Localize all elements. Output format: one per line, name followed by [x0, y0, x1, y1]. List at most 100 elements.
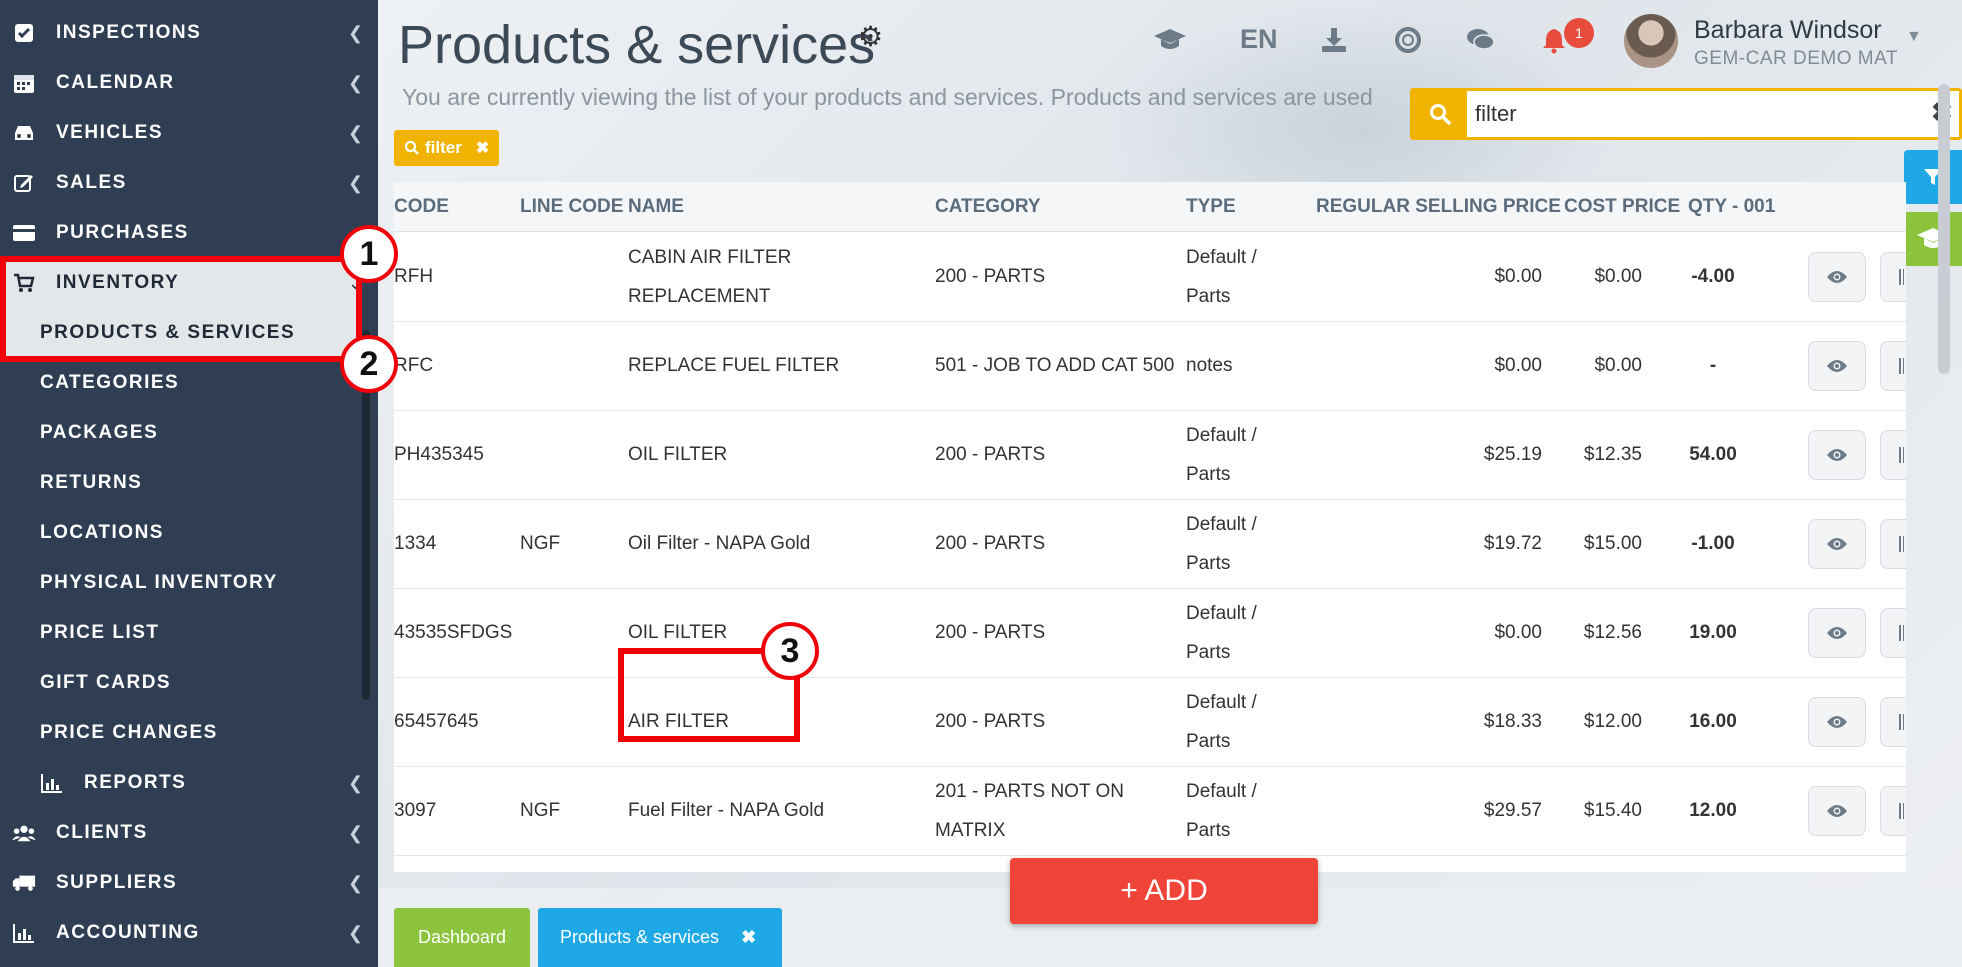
chevron-down-icon[interactable]: ▼ [1906, 28, 1922, 46]
view-button[interactable] [1808, 786, 1866, 836]
tab-dashboard[interactable]: Dashboard [394, 908, 530, 967]
nav-label: PURCHASES [56, 222, 189, 243]
barcode-button[interactable] [1880, 608, 1906, 658]
cell-cost-price: $15.00 [1583, 533, 1642, 554]
cell-cost-price: $12.00 [1583, 711, 1642, 732]
nav-purchases[interactable]: PURCHASES [0, 208, 378, 258]
subnav-physical-inventory[interactable]: PHYSICAL INVENTORY [0, 558, 378, 608]
table-row[interactable]: RFH CABIN AIR FILTER REPLACEMENT 200 - PART… [394, 233, 1906, 322]
column-header-type[interactable]: TYPE [1186, 196, 1236, 218]
tab-label: Products & services [560, 927, 720, 947]
cell-code: 3097 [394, 800, 437, 821]
cell-code: 43535SFDGS [394, 622, 513, 643]
subnav-returns[interactable]: RETURNS [0, 458, 378, 508]
column-header-code[interactable]: CODE [394, 196, 449, 218]
search-button[interactable] [1413, 91, 1467, 137]
column-header-regular-price[interactable]: REGULAR SELLING PRICE [1316, 196, 1561, 218]
nav-reports[interactable]: REPORTS ❮ [0, 758, 378, 808]
gear-icon[interactable]: ⚙ [858, 20, 883, 53]
table-row[interactable]: PH435345 OIL FILTER 200 - PARTS Default / Pa… [394, 411, 1906, 500]
search-input[interactable] [1475, 95, 1895, 133]
download-icon[interactable] [1316, 22, 1352, 58]
tab-products-services[interactable]: Products & services ✖ [538, 908, 782, 967]
annotation-highlight-inventory [0, 256, 362, 362]
cell-category: 200 - PARTS [935, 435, 1180, 474]
column-header-qty[interactable]: QTY - 001 [1688, 196, 1775, 218]
nav-vehicles[interactable]: VEHICLES ❮ [0, 108, 378, 158]
cell-regular-price: $0.00 [1494, 266, 1542, 287]
cell-code: RFC [394, 355, 434, 376]
subnav-gift-cards[interactable]: GIFT CARDS [0, 658, 378, 708]
table-row[interactable]: 3097 NGF Fuel Filter - NAPA Gold 201 - PART… [394, 767, 1906, 856]
subnav-price-list[interactable]: PRICE LIST [0, 608, 378, 658]
language-selector[interactable]: EN [1240, 24, 1278, 55]
cell-line-code: NGF [520, 533, 561, 554]
cell-type-line: Default / [1186, 514, 1257, 535]
close-icon[interactable]: ✖ [476, 138, 489, 158]
table-row[interactable]: 1334 NGF Oil Filter - NAPA Gold 200 - PARTS… [394, 500, 1906, 589]
nav-clients[interactable]: CLIENTS ❮ [0, 808, 378, 858]
subnav-categories[interactable]: CATEGORIES [0, 358, 378, 408]
annotation-step-1: 1 [340, 225, 398, 283]
nav-inspections[interactable]: INSPECTIONS ❮ [0, 8, 378, 58]
graduation-cap-icon[interactable] [1150, 22, 1190, 58]
cell-category-line: 200 - PARTS [935, 622, 1046, 643]
user-name[interactable]: Barbara Windsor [1694, 16, 1882, 45]
barcode-button[interactable] [1880, 519, 1906, 569]
cell-type-line: Parts [1186, 642, 1231, 663]
view-button[interactable] [1808, 697, 1866, 747]
subnav-packages[interactable]: PACKAGES [0, 408, 378, 458]
filter-panel-button[interactable] [1904, 150, 1962, 204]
column-header-name[interactable]: NAME [628, 196, 684, 218]
tutorial-button[interactable] [1904, 212, 1962, 266]
view-button[interactable] [1808, 608, 1866, 658]
nav-label: CLIENTS [56, 822, 148, 843]
view-button[interactable] [1808, 341, 1866, 391]
column-header-line-code[interactable]: LINE CODE [520, 196, 623, 218]
cell-category-line: 200 - PARTS [935, 266, 1046, 287]
barcode-button[interactable] [1880, 430, 1906, 480]
cell-type: Default / Parts [1186, 416, 1306, 494]
eye-icon [1827, 538, 1847, 550]
view-button[interactable] [1808, 519, 1866, 569]
filter-tag[interactable]: filter ✖ [394, 130, 500, 166]
cell-type-line: Parts [1186, 286, 1231, 307]
cell-regular-price: $19.72 [1483, 533, 1542, 554]
barcode-button[interactable] [1880, 341, 1906, 391]
close-icon[interactable]: ✖ [741, 927, 756, 948]
nav-label: REPORTS [84, 772, 187, 793]
subnav-locations[interactable]: LOCATIONS [0, 508, 378, 558]
chat-icon[interactable] [1462, 22, 1498, 58]
barcode-button[interactable] [1880, 786, 1906, 836]
column-header-category[interactable]: CATEGORY [935, 196, 1041, 218]
table-row[interactable]: RFC REPLACE FUEL FILTER 501 - JOB TO ADD C… [394, 322, 1906, 411]
users-icon [12, 821, 36, 845]
subnav-price-changes[interactable]: PRICE CHANGES [0, 708, 378, 758]
view-button[interactable] [1808, 252, 1866, 302]
subnav-label: RETURNS [40, 472, 143, 493]
cell-category: 200 - PARTS [935, 257, 1180, 296]
cell-qty: 54.00 [1689, 444, 1737, 465]
barcode-button[interactable] [1880, 697, 1906, 747]
search-icon [1430, 104, 1451, 125]
cell-qty: -4.00 [1691, 266, 1735, 287]
nav-suppliers[interactable]: SUPPLIERS ❮ [0, 858, 378, 908]
view-button[interactable] [1808, 430, 1866, 480]
eye-icon [1827, 627, 1847, 639]
add-button[interactable]: + ADD [1010, 858, 1318, 924]
avatar[interactable] [1624, 14, 1678, 68]
column-header-cost-price[interactable]: COST PRICE [1564, 196, 1680, 218]
nav-accounting[interactable]: ACCOUNTING ❮ [0, 908, 378, 958]
table-scrollbar[interactable] [1938, 84, 1950, 374]
truck-icon [12, 871, 36, 895]
barcode-button[interactable] [1880, 252, 1906, 302]
chevron-left-icon: ❮ [348, 172, 364, 193]
lifebuoy-icon[interactable] [1390, 22, 1426, 58]
nav-sales[interactable]: SALES ❮ [0, 158, 378, 208]
cell-type-line: Default / [1186, 247, 1257, 268]
cell-type: Default / Parts [1186, 505, 1306, 583]
cell-cost-price: $12.56 [1583, 622, 1642, 643]
cell-name: RECYCLING FEES - OIL AND [628, 861, 928, 872]
search-icon [404, 140, 419, 155]
nav-calendar[interactable]: CALENDAR ❮ [0, 58, 378, 108]
